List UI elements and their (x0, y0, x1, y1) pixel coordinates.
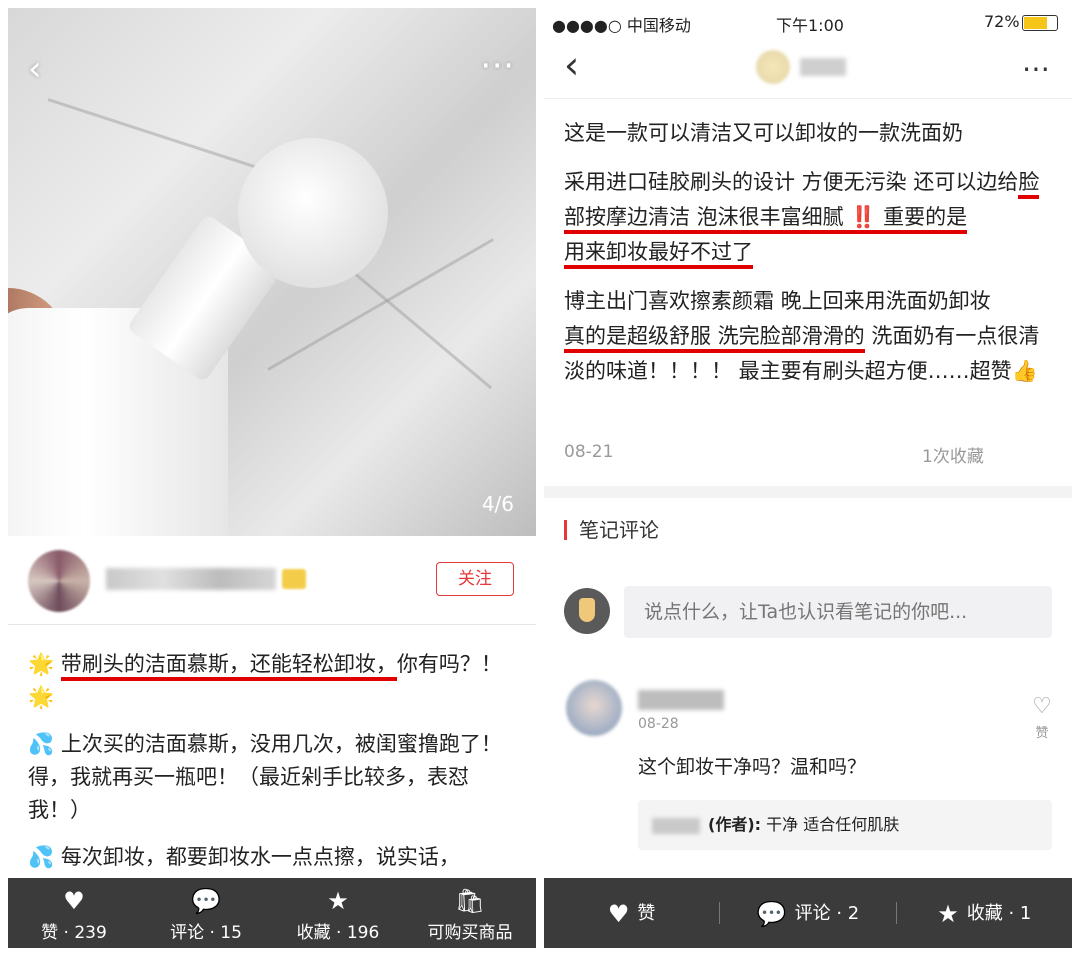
collect-button[interactable]: ★ 收藏 · 1 (897, 899, 1072, 928)
comments-section-title: 笔记评论 (564, 520, 659, 540)
bottom-action-bar: ♥ 赞 💬 评论 · 2 ★ 收藏 · 1 (544, 878, 1072, 948)
avatar[interactable] (756, 50, 790, 84)
like-label: 赞 · 239 (41, 923, 107, 943)
author-name-blurred[interactable] (106, 568, 276, 590)
reply-author-blurred (652, 817, 700, 834)
follow-button[interactable]: 关注 (436, 562, 514, 596)
shop-label: 可购买商品 (427, 923, 513, 943)
nav-bar: ‹ ⋯ (544, 36, 1072, 99)
bottom-action-bar: ♥ 赞 · 239 💬 评论 · 15 ★ 收藏 · 196 🛍 可购买商品 (8, 878, 536, 948)
left-screen: ‹ ⋯ 4/6 关注 🌟 带刷头的洁面慕斯，还能轻松卸妆，你有吗？！ 🌟 💦 上… (8, 8, 536, 948)
marble-vein (337, 258, 493, 390)
note-paragraph: 采用进口硅胶刷头的设计 方便无污染 还可以边给脸部按摩边清洁 泡沫很丰富细腻 ‼… (564, 165, 1058, 270)
like-label: 赞 (637, 902, 656, 924)
back-icon[interactable]: ‹ (564, 46, 579, 84)
heart-outline-icon: ♡ (1032, 694, 1052, 719)
comment-label: 评论 · 2 (794, 902, 860, 924)
comment-date: 08-28 (638, 716, 679, 732)
note-paragraph: 这是一款可以清洁又可以卸妆的一款洗面奶 (564, 121, 963, 145)
avatar (564, 588, 610, 634)
star-icon: ★ (937, 899, 959, 928)
more-icon[interactable]: ⋯ (480, 48, 514, 82)
comment-like-label: 赞 (1035, 726, 1049, 741)
star-icon: ★ (327, 887, 349, 915)
heart-icon: ♥ (63, 887, 85, 915)
note-text-underlined: 真的是超级舒服 洗完脸部滑滑的 (564, 324, 865, 353)
note-text: 采用进口硅胶刷头的设计 方便无污染 还可以边给 (564, 170, 1019, 194)
note-paragraph: 💦 上次买的洁面慕斯，没用几次，被闺蜜撸跑了！得，我就再买一瓶吧！（最近剁手比较… (28, 732, 502, 822)
heart-icon: ♥ (607, 899, 630, 928)
author-row: 关注 (8, 536, 536, 625)
section-divider (544, 486, 1072, 498)
commenter-name-blurred[interactable] (638, 690, 724, 710)
status-bar: ●●●●○ 中国移动 下午1:00 72% (544, 8, 1072, 36)
right-screen: ●●●●○ 中国移动 下午1:00 72% ‹ ⋯ 这是一款可以清洁又可以卸妆的… (544, 8, 1072, 948)
clock-text: 下午1:00 (776, 16, 844, 35)
save-count: 1次收藏 (922, 447, 984, 467)
author-reply[interactable]: (作者): 干净 适合任何肌肤 (638, 800, 1052, 850)
comment-button[interactable]: 💬 评论 · 2 (720, 899, 895, 928)
note-body: 这是一款可以清洁又可以卸妆的一款洗面奶 采用进口硅胶刷头的设计 方便无污染 还可… (564, 116, 1058, 403)
back-icon[interactable]: ‹ (28, 52, 42, 86)
battery-text: 72% (984, 12, 1020, 31)
image-counter: 4/6 (481, 492, 514, 516)
note-paragraph: 博主出门喜欢擦素颜霜 晚上回来用洗面奶卸妆 真的是超级舒服 洗完脸部滑滑的 洗面奶… (564, 284, 1058, 389)
note-text-underlined: 带刷头的洁面慕斯，还能轻松卸妆， (60, 652, 397, 681)
note-date: 08-21 (564, 442, 614, 462)
comment-like-button[interactable]: ♡ 赞 (1030, 694, 1054, 742)
note-text: 博主出门喜欢擦素颜霜 晚上回来用洗面奶卸妆 (564, 289, 991, 313)
comment-icon: 💬 (756, 899, 787, 928)
comment-label: 评论 · 15 (170, 923, 242, 943)
note-text: 🌟 (28, 652, 61, 676)
note-paragraph: 💦 每次卸妆，都要卸妆水一点点擦，说实话， (28, 845, 460, 869)
carrier-text: ●●●●○ 中国移动 (552, 16, 691, 35)
more-icon[interactable]: ⋯ (1022, 52, 1050, 85)
note-paragraph: 🌟 带刷头的洁面慕斯，还能轻松卸妆，你有吗？！ 🌟 (28, 648, 518, 714)
shop-button[interactable]: 🛍 可购买商品 (404, 878, 536, 948)
collect-label: 收藏 · 196 (296, 923, 380, 943)
avatar[interactable] (566, 680, 622, 736)
collect-label: 收藏 · 1 (966, 902, 1032, 924)
battery-icon (1022, 15, 1058, 31)
comment-input[interactable] (624, 586, 1052, 638)
avatar[interactable] (28, 550, 90, 612)
comment-text: 这个卸妆干净吗？温和吗？ (638, 756, 867, 778)
reply-author-tag: (作者): (708, 815, 762, 834)
author-name-blurred[interactable] (800, 58, 846, 76)
comment-button[interactable]: 💬 评论 · 15 (140, 878, 272, 948)
like-button[interactable]: ♥ 赞 · 239 (8, 878, 140, 948)
brush-head-shape (238, 138, 388, 288)
comment-icon: 💬 (191, 887, 221, 915)
reply-text: 干净 适合任何肌肤 (766, 815, 900, 834)
product-photo[interactable]: ‹ ⋯ 4/6 (8, 8, 536, 536)
note-text-underlined: 用来卸妆最好不过了 (564, 240, 753, 269)
bag-icon: 🛍 (454, 887, 486, 915)
like-button[interactable]: ♥ 赞 (544, 899, 719, 928)
collect-button[interactable]: ★ 收藏 · 196 (272, 878, 404, 948)
note-body: 🌟 带刷头的洁面慕斯，还能轻松卸妆，你有吗？！ 🌟 💦 上次买的洁面慕斯，没用几… (28, 648, 518, 888)
badge-icon (282, 569, 306, 589)
